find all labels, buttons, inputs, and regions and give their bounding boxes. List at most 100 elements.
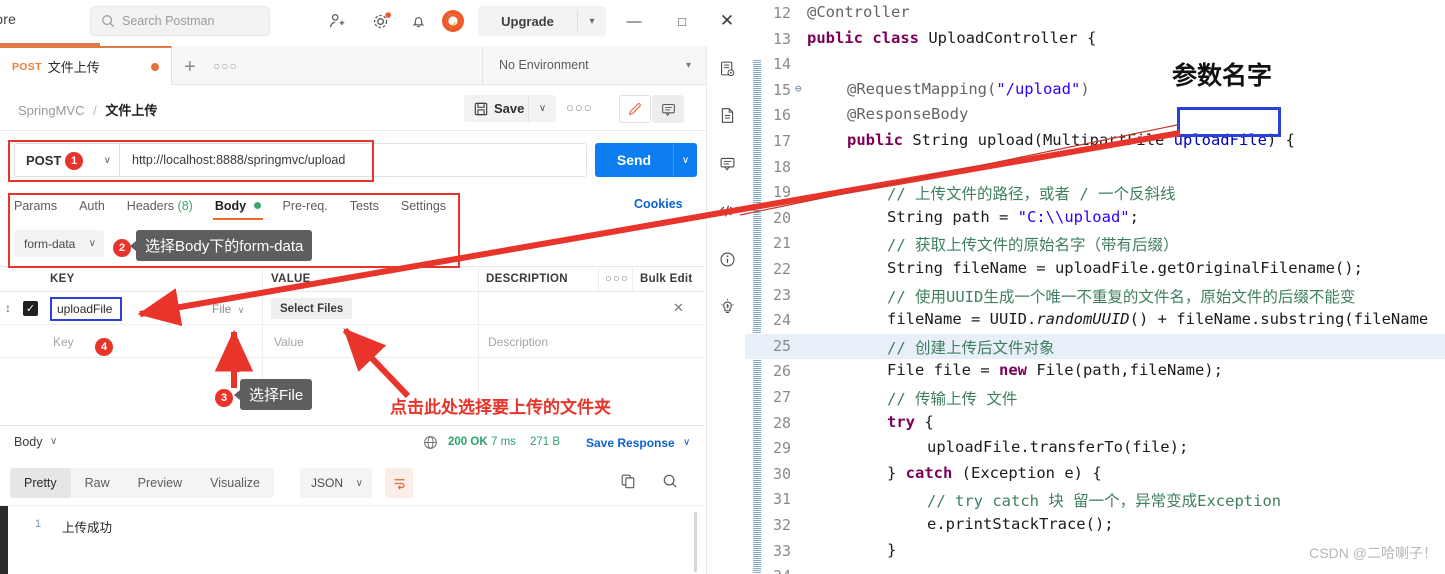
environment-quick-look-icon[interactable] xyxy=(715,56,739,80)
copy-icon[interactable] xyxy=(620,473,636,494)
code-line-17[interactable]: 17 public String upload(MultipartFile upl… xyxy=(745,129,1445,155)
chevron-down-icon[interactable]: ▾ xyxy=(578,16,606,27)
request-more-button[interactable]: ○○○ xyxy=(566,100,593,115)
line-number-15: 15 xyxy=(772,80,791,99)
code-line-21[interactable]: 21 // 获取上传文件的原始名字（带有后缀） xyxy=(745,231,1445,257)
tab-params[interactable]: Params xyxy=(14,199,57,213)
code-snippet-icon[interactable] xyxy=(715,199,739,223)
tab-prerequest[interactable]: Pre-req. xyxy=(283,199,328,213)
info-icon[interactable] xyxy=(715,247,739,271)
code-line-14[interactable]: 14 xyxy=(745,52,1445,78)
comments-icon[interactable] xyxy=(715,151,739,175)
code-line-29[interactable]: 29 uploadFile.transferTo(file); xyxy=(745,436,1445,462)
value-type-selector[interactable]: File ∨ xyxy=(212,302,244,316)
code-line-12[interactable]: 12 @Controller xyxy=(745,1,1445,27)
tab-raw[interactable]: Raw xyxy=(71,468,124,498)
bulk-edit-button[interactable]: Bulk Edit xyxy=(640,273,693,285)
response-divider xyxy=(0,425,705,426)
edit-pencil-button[interactable] xyxy=(619,95,651,123)
tab-headers[interactable]: Headers (8) xyxy=(127,199,193,213)
tab-auth[interactable]: Auth xyxy=(79,199,105,213)
key-input[interactable]: uploadFile xyxy=(50,297,122,321)
invite-user-icon[interactable] xyxy=(325,9,349,33)
bell-icon[interactable] xyxy=(406,9,430,33)
url-input[interactable]: http://localhost:8888/springmvc/upload xyxy=(119,143,587,177)
comment-button[interactable] xyxy=(652,95,684,123)
tab-preview[interactable]: Preview xyxy=(124,468,196,498)
cookies-link[interactable]: Cookies xyxy=(634,197,683,211)
tab-tests[interactable]: Tests xyxy=(350,199,379,213)
code-line-26[interactable]: 26 File file = new File(path,fileName); xyxy=(745,359,1445,385)
key-placeholder[interactable]: Key xyxy=(53,335,74,349)
code-line-32[interactable]: 32 e.printStackTrace(); xyxy=(745,513,1445,539)
explore-menu-label[interactable]: lore xyxy=(0,11,16,27)
description-placeholder[interactable]: Description xyxy=(488,335,548,349)
table-row[interactable]: Key Value Description xyxy=(0,325,705,358)
pencil-icon xyxy=(628,103,641,116)
code-line-28[interactable]: 28 try { xyxy=(745,411,1445,437)
code-line-19[interactable]: 19 // 上传文件的路径，或者 / 一个反斜线 xyxy=(745,180,1445,206)
postman-avatar-icon[interactable] xyxy=(441,9,465,33)
new-tab-button[interactable]: + xyxy=(184,56,196,79)
fold-toggle-icon[interactable]: ⊖ xyxy=(795,82,802,95)
code-line-25[interactable]: 25 // 创建上传后文件对象 xyxy=(745,333,1445,360)
code-text-20: String path = "C:\\upload"; xyxy=(887,207,1139,226)
table-more-button[interactable]: ○○○ xyxy=(605,273,629,285)
breadcrumb-collection[interactable]: SpringMVC xyxy=(18,103,84,118)
close-button[interactable]: ✕ xyxy=(713,8,741,34)
line-number-32: 32 xyxy=(772,516,791,534)
code-text-29: uploadFile.transferTo(file); xyxy=(927,438,1189,457)
code-line-18[interactable]: 18 xyxy=(745,155,1445,181)
response-format-label: JSON xyxy=(311,476,344,490)
code-line-31[interactable]: 31 // try catch 块 留一个，异常变成Exception xyxy=(745,487,1445,513)
drag-handle-icon[interactable]: ↕ xyxy=(5,301,11,315)
body-type-selector[interactable]: form-data ∨ xyxy=(14,230,104,257)
upgrade-button[interactable]: Upgrade ▾ xyxy=(478,6,606,36)
send-options-button[interactable]: ∨ xyxy=(673,143,697,177)
search-input[interactable]: Search Postman xyxy=(90,6,270,36)
http-method-selector[interactable]: POST ∨ xyxy=(14,143,119,177)
tab-pretty[interactable]: Pretty xyxy=(10,468,71,498)
minimize-button[interactable]: — xyxy=(620,8,648,34)
request-tab-file-upload[interactable]: POST 文件上传 xyxy=(0,46,172,85)
code-line-23[interactable]: 23 // 使用UUID生成一个唯一不重复的文件名，原始文件的后缀不能变 xyxy=(745,283,1445,309)
tab-settings[interactable]: Settings xyxy=(401,199,446,213)
save-button[interactable]: Save xyxy=(464,95,535,122)
tab-headers-count: (8) xyxy=(177,199,193,213)
gear-icon[interactable] xyxy=(369,9,393,33)
row-enabled-checkbox[interactable]: ✓ xyxy=(23,301,38,316)
code-line-15[interactable]: 15 ⊖ @RequestMapping("/upload") xyxy=(745,78,1445,104)
save-response-button[interactable]: Save Response xyxy=(586,436,675,450)
response-scrollbar[interactable] xyxy=(694,512,697,572)
tab-visualize[interactable]: Visualize xyxy=(196,468,274,498)
send-button[interactable]: Send xyxy=(595,143,673,177)
value-placeholder[interactable]: Value xyxy=(274,335,304,349)
wrap-lines-button[interactable] xyxy=(385,468,413,498)
code-line-22[interactable]: 22 String fileName = uploadFile.getOrigin… xyxy=(745,257,1445,283)
code-line-24[interactable]: 24 fileName = UUID.randomUUID() + fileNam… xyxy=(745,308,1445,334)
save-options-button[interactable]: ∨ xyxy=(528,95,556,122)
response-format-selector[interactable]: JSON ∨ xyxy=(300,468,372,498)
chevron-down-icon[interactable]: ∨ xyxy=(683,437,690,448)
tab-more-button[interactable]: ○○○ xyxy=(213,59,238,73)
table-row[interactable]: ↕ ✓ uploadFile File ∨ Select Files ✕ xyxy=(0,292,705,325)
code-line-27[interactable]: 27 // 传输上传 文件 xyxy=(745,385,1445,411)
code-line-13[interactable]: 13 public class UploadController { xyxy=(745,27,1445,53)
maximize-button[interactable]: □ xyxy=(668,8,696,34)
remove-row-button[interactable]: ✕ xyxy=(673,300,684,316)
code-line-16[interactable]: 16 @ResponseBody xyxy=(745,103,1445,129)
select-files-button[interactable]: Select Files xyxy=(271,298,353,319)
chevron-down-icon: ∨ xyxy=(103,154,111,166)
code-text-23: // 使用UUID生成一个唯一不重复的文件名，原始文件的后缀不能变 xyxy=(887,287,1356,306)
save-label: Save xyxy=(494,101,525,116)
tab-body[interactable]: Body xyxy=(212,199,263,220)
line-number-24: 24 xyxy=(772,311,791,330)
environment-selector[interactable]: No Environment ▾ xyxy=(482,46,705,84)
search-icon[interactable] xyxy=(662,473,678,494)
lightbulb-icon[interactable] xyxy=(715,294,739,318)
code-line-30[interactable]: 30} catch (Exception e) { xyxy=(745,462,1445,488)
chevron-down-icon[interactable]: ∨ xyxy=(50,436,57,447)
code-line-20[interactable]: 20 String path = "C:\\upload"; xyxy=(745,206,1445,232)
documentation-icon[interactable] xyxy=(715,103,739,127)
code-line-34[interactable]: 34 xyxy=(745,564,1445,574)
